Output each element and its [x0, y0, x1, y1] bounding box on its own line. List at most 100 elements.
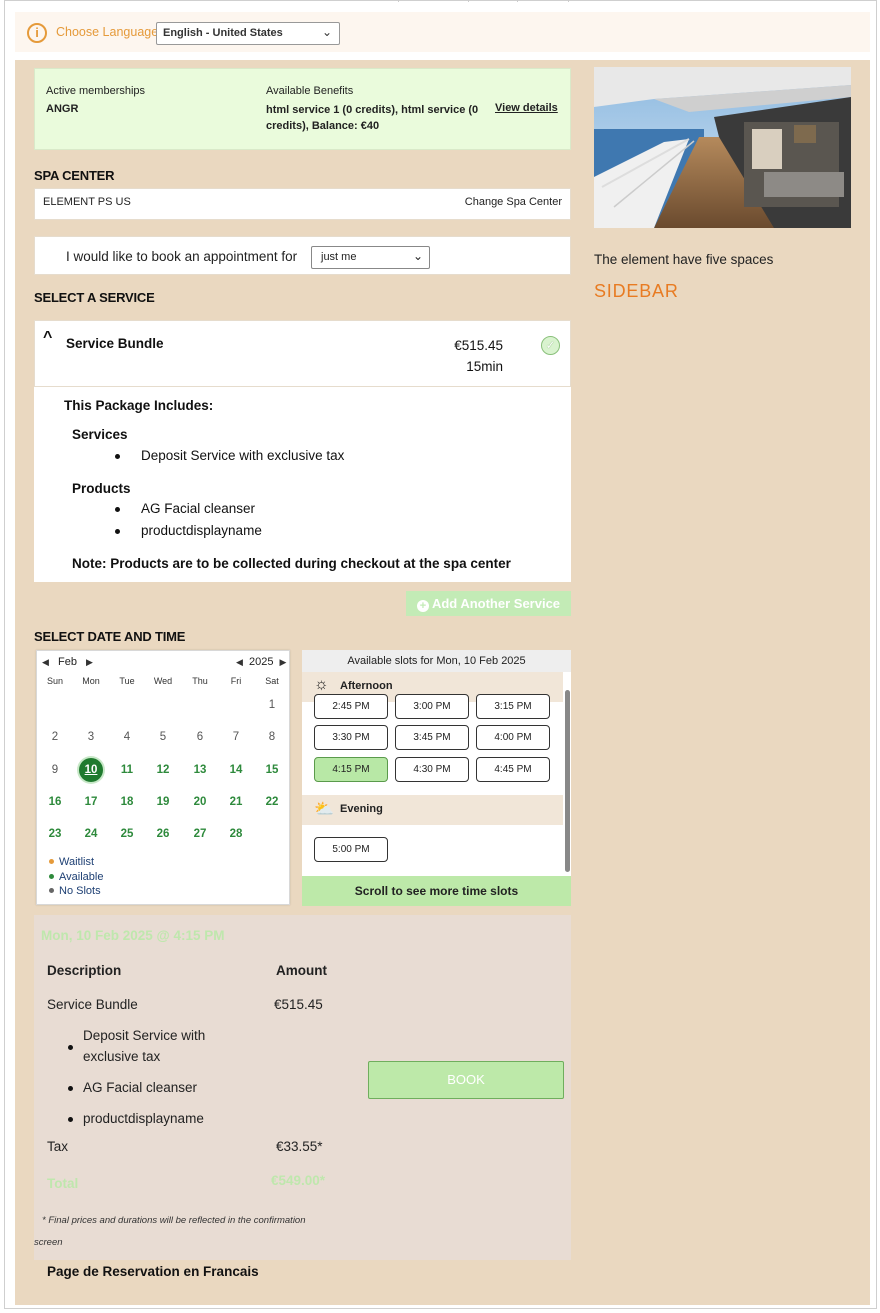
- language-select-value: English - United States: [163, 27, 283, 39]
- month-label: Feb: [57, 656, 77, 668]
- calendar-day[interactable]: 26: [151, 822, 175, 846]
- package-note: Note: Products are to be collected durin…: [72, 556, 511, 571]
- book-for-select-value: just me: [321, 251, 357, 263]
- language-bar: i Choose Language English - United State…: [15, 12, 870, 52]
- service-name: Service Bundle: [66, 336, 164, 351]
- calendar-day[interactable]: 28: [224, 822, 248, 846]
- calendar-day[interactable]: 27: [188, 822, 212, 846]
- weekday-label: Sat: [265, 676, 279, 686]
- spa-center-box: ELEMENT PS US Change Spa Center: [34, 188, 571, 220]
- calendar-day[interactable]: 12: [151, 758, 175, 782]
- weekday-label: Fri: [230, 676, 242, 686]
- view-details-link[interactable]: View details: [495, 102, 558, 114]
- calendar-day[interactable]: 15: [260, 758, 284, 782]
- calendar-day[interactable]: 10: [79, 758, 103, 782]
- time-slot[interactable]: 4:45 PM: [476, 757, 550, 782]
- change-spa-center-link[interactable]: Change Spa Center: [465, 196, 562, 208]
- select-service-heading: SELECT A SERVICE: [34, 290, 155, 305]
- calendar-day[interactable]: 24: [79, 822, 103, 846]
- divider: [398, 0, 399, 2]
- sidebar-title: SIDEBAR: [594, 281, 679, 301]
- time-slot[interactable]: 4:00 PM: [476, 725, 550, 750]
- weekday-label: Wed: [153, 676, 173, 686]
- chevron-up-icon[interactable]: ^: [43, 329, 52, 347]
- book-for-select[interactable]: just me ⌄: [311, 246, 430, 269]
- price-note: * Final prices and durations will be ref…: [42, 1215, 306, 1226]
- prev-year-icon[interactable]: ◀: [236, 657, 243, 667]
- add-another-service-label: Add Another Service: [431, 596, 561, 611]
- legend-available: Available: [49, 871, 103, 883]
- next-month-icon[interactable]: ▶: [86, 657, 93, 667]
- calendar-day[interactable]: 23: [43, 822, 67, 846]
- book-for-label: I would like to book an appointment for: [66, 249, 298, 264]
- time-slot[interactable]: 4:15 PM: [314, 757, 388, 782]
- products-label: Products: [72, 481, 131, 496]
- calendar-day[interactable]: 11: [115, 758, 139, 782]
- time-slot[interactable]: 5:00 PM: [314, 837, 388, 862]
- month-nav: ◀ Feb ▶: [42, 656, 93, 668]
- calendar-day[interactable]: 13: [188, 758, 212, 782]
- time-slot[interactable]: 4:30 PM: [395, 757, 469, 782]
- time-slot[interactable]: 3:45 PM: [395, 725, 469, 750]
- calendar-day[interactable]: 22: [260, 790, 284, 814]
- slots-scrollbar[interactable]: [563, 672, 571, 876]
- calendar-day: 6: [196, 731, 204, 743]
- legend-waitlist: Waitlist: [49, 856, 94, 868]
- calendar-day[interactable]: 21: [224, 790, 248, 814]
- time-slot[interactable]: 3:30 PM: [314, 725, 388, 750]
- sidebar-text: The element have five spaces: [594, 252, 774, 267]
- spa-center-heading: SPA CENTER: [34, 168, 115, 183]
- add-another-service-button[interactable]: + Add Another Service: [406, 591, 571, 616]
- membership-panel: Active memberships ANGR Available Benefi…: [34, 68, 571, 150]
- select-date-time-heading: SELECT DATE AND TIME: [34, 629, 186, 644]
- amount-header: Amount: [276, 963, 327, 978]
- chevron-down-icon: ⌄: [412, 249, 423, 263]
- calendar-day[interactable]: 14: [224, 758, 248, 782]
- price-note-cont: screen: [34, 1237, 63, 1248]
- calendar-day[interactable]: 19: [151, 790, 175, 814]
- evening-header: ⛅ Evening: [302, 795, 563, 825]
- calendar-day[interactable]: 17: [79, 790, 103, 814]
- available-dot: [49, 874, 54, 879]
- book-button[interactable]: BOOK: [368, 1061, 564, 1099]
- package-includes-label: This Package Includes:: [64, 398, 214, 413]
- weekday-label: Thu: [192, 676, 208, 686]
- tax-amount: €33.55*: [276, 1139, 323, 1154]
- package-product-item: AG Facial cleanser: [141, 501, 256, 516]
- time-slot[interactable]: 2:45 PM: [314, 694, 388, 719]
- prev-month-icon[interactable]: ◀: [42, 657, 49, 667]
- tax-label: Tax: [47, 1139, 69, 1154]
- calendar-day: 1: [268, 699, 276, 711]
- calendar-day[interactable]: 25: [115, 822, 139, 846]
- summary-item-name: Service Bundle: [47, 997, 138, 1012]
- language-select[interactable]: English - United States ⌄: [156, 22, 340, 45]
- chevron-down-icon: ⌄: [321, 25, 332, 39]
- check-circle-icon[interactable]: ✓: [541, 336, 560, 355]
- afternoon-label: Afternoon: [340, 680, 393, 692]
- french-booking-link[interactable]: Page de Reservation en Francais: [47, 1264, 259, 1279]
- next-year-icon[interactable]: ▶: [280, 657, 287, 667]
- legend-label: Waitlist: [59, 856, 95, 868]
- year-nav: ◀ 2025 ▶: [236, 656, 286, 668]
- bullet: [68, 1086, 73, 1091]
- calendar-day[interactable]: 20: [188, 790, 212, 814]
- calendar-day[interactable]: 16: [43, 790, 67, 814]
- service-card[interactable]: ^ Service Bundle €515.45 15min ✓: [34, 320, 571, 387]
- divider: [517, 0, 518, 2]
- available-benefits-line2: credits), Balance: €40: [266, 120, 380, 132]
- calendar-day: 3: [87, 731, 95, 743]
- calendar-day[interactable]: 18: [115, 790, 139, 814]
- weekday-label: Tue: [119, 676, 135, 686]
- bullet: [68, 1045, 73, 1050]
- total-label: Total: [47, 1176, 79, 1191]
- bullet: [68, 1117, 73, 1122]
- sunset-icon: ⛅: [314, 801, 334, 818]
- service-price: €515.45: [454, 338, 503, 353]
- time-slot[interactable]: 3:15 PM: [476, 694, 550, 719]
- summary-subitem: productdisplayname: [83, 1111, 204, 1126]
- calendar-day: 9: [51, 764, 59, 776]
- plus-circle-icon: +: [416, 600, 429, 612]
- time-slot[interactable]: 3:00 PM: [395, 694, 469, 719]
- scrollbar-thumb[interactable]: [565, 690, 570, 872]
- book-for-row: I would like to book an appointment for …: [34, 236, 571, 275]
